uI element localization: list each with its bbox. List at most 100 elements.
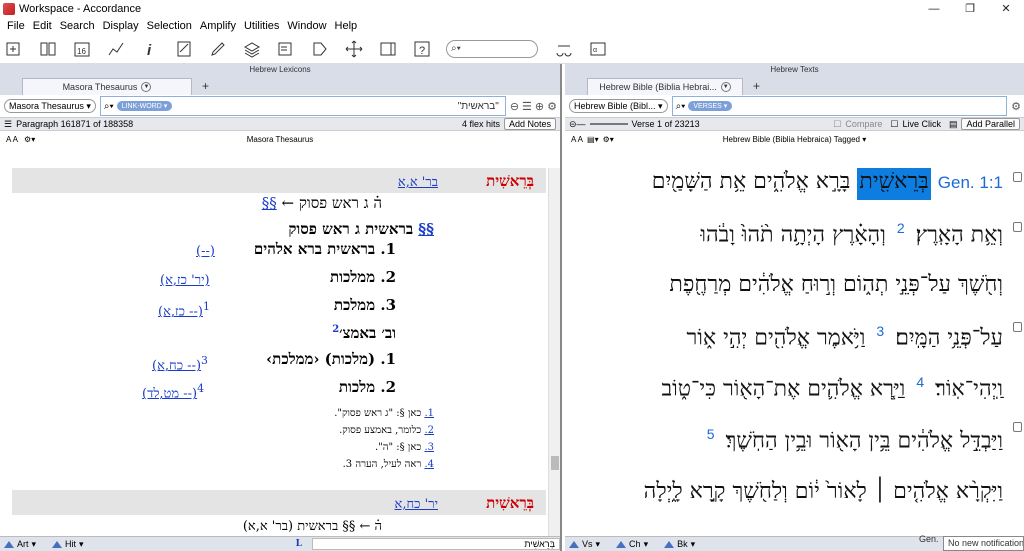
note-icon[interactable] — [1013, 422, 1022, 432]
chapter-nav[interactable]: Ch ▾ — [616, 539, 648, 550]
footnote-marker[interactable]: 1 — [203, 300, 210, 313]
item-ref-link[interactable]: (-- מט,לד) — [142, 386, 197, 401]
verse-number[interactable]: 2 — [897, 220, 905, 236]
edit-list-icon[interactable] — [276, 39, 296, 59]
chevron-down-icon[interactable]: ▼ — [141, 82, 152, 92]
layout-icon[interactable] — [378, 39, 398, 59]
footnote-marker[interactable]: 4 — [197, 382, 204, 395]
menu-amplify[interactable]: Amplify — [196, 20, 240, 32]
up-arrow-icon[interactable] — [4, 540, 14, 548]
footnote-num[interactable]: 1. — [424, 408, 434, 419]
module-select[interactable]: Hebrew Bible (Bibl... ▾ — [569, 99, 668, 113]
highlighted-word[interactable]: בְּרֵאשִׁ֖ית — [857, 168, 931, 200]
footnote-num[interactable]: 2. — [424, 425, 434, 436]
section-link-2[interactable]: §§ — [418, 220, 434, 238]
info-icon[interactable]: i — [140, 39, 160, 59]
up-arrow-icon[interactable] — [664, 540, 675, 548]
notes-pane-icon[interactable]: ▤ — [949, 119, 958, 130]
search-type-pill[interactable]: LINK-WORD ▾ — [116, 101, 173, 111]
settings-icon[interactable]: ⚙▾ — [603, 135, 614, 144]
item-ref-link[interactable]: (יר' כז,א) — [160, 273, 210, 288]
verse-number[interactable]: 5 — [707, 426, 715, 442]
search-entry[interactable]: ⌕▾ LINK-WORD ▾ "בראשית" — [99, 96, 506, 116]
slider-icon[interactable]: ⊝— — [569, 119, 586, 130]
lexicon-letter-icon[interactable]: L — [296, 539, 302, 549]
menu-search[interactable]: Search — [56, 20, 99, 32]
goto-field[interactable]: Gen. — [919, 534, 939, 544]
menu-help[interactable]: Help — [331, 20, 362, 32]
menu-edit[interactable]: Edit — [29, 20, 56, 32]
note-icon[interactable] — [1013, 222, 1022, 232]
item-ref[interactable]: (יר' כז,א) — [160, 272, 210, 288]
hit-nav[interactable]: Hit ▾ — [52, 539, 84, 550]
highlight-icon[interactable] — [208, 39, 228, 59]
gear-icon[interactable]: ⚙ — [547, 100, 557, 113]
calendar-icon[interactable]: 16 — [72, 39, 92, 59]
verse-ref[interactable]: Gen. 1:1 — [938, 173, 1003, 192]
add-notes-button[interactable]: Add Notes — [503, 118, 556, 130]
add-tab-button[interactable]: + — [753, 79, 760, 93]
live-click-checkbox[interactable]: ☐ — [890, 119, 898, 130]
add-tab-icon[interactable] — [4, 39, 24, 59]
item-ref-link[interactable]: (-- כח,א) — [152, 358, 201, 373]
verse-number[interactable]: 4 — [916, 374, 924, 390]
menu-file[interactable]: File — [3, 20, 29, 32]
footnote-num[interactable]: 3. — [424, 442, 434, 453]
close-button[interactable]: ✕ — [988, 0, 1024, 17]
section-link[interactable]: §§ — [262, 194, 277, 212]
list-icon[interactable]: ☰ — [522, 100, 532, 113]
chevron-down-icon[interactable]: ▼ — [720, 82, 731, 92]
item-ref[interactable]: 3(-- כח,א) — [152, 354, 208, 373]
search-type-pill[interactable]: VERSES ▾ — [688, 101, 733, 111]
entry-ref-link[interactable]: יר' כח,א — [395, 496, 438, 512]
up-arrow-icon[interactable] — [52, 540, 63, 548]
add-icon[interactable]: ⊕ — [535, 100, 544, 113]
binoculars-icon[interactable] — [554, 39, 574, 59]
verse-slider[interactable] — [589, 123, 628, 125]
move-icon[interactable] — [344, 39, 364, 59]
minimize-button[interactable]: — — [916, 0, 952, 17]
help-icon[interactable]: ? — [412, 39, 432, 59]
item-ref[interactable]: (--) — [196, 244, 215, 259]
verse-number[interactable]: 3 — [876, 323, 884, 339]
graph-icon[interactable] — [106, 39, 126, 59]
font-size-icon[interactable]: A A — [571, 135, 583, 144]
keyboard-icon[interactable]: α — [588, 39, 608, 59]
item-ref[interactable]: 4(-- מט,לד) — [142, 382, 204, 401]
notes-icon[interactable] — [174, 39, 194, 59]
compare-checkbox[interactable]: ☐ — [833, 119, 841, 130]
menu-utilities[interactable]: Utilities — [240, 20, 283, 32]
gear-icon[interactable]: ⚙ — [1011, 100, 1021, 113]
footnote-num[interactable]: 4. — [424, 459, 434, 470]
lookup-field[interactable]: בְּרֵאשִׁית — [312, 538, 560, 550]
tab-hebrew-bible[interactable]: Hebrew Bible (Biblia Hebrai... ▼ — [587, 78, 743, 95]
tag-icon[interactable] — [310, 39, 330, 59]
footnote-marker[interactable]: 3 — [201, 354, 208, 367]
add-parallel-button[interactable]: Add Parallel — [961, 118, 1020, 130]
add-tab-button[interactable]: + — [202, 79, 209, 93]
up-arrow-icon[interactable] — [616, 540, 627, 548]
left-scrollbar[interactable] — [548, 168, 560, 536]
font-size-icon[interactable]: A A — [6, 135, 18, 144]
item-ref-link[interactable]: (--) — [196, 244, 215, 259]
item-ref[interactable]: 1(-- כז,א) — [158, 300, 210, 319]
item-ref-link[interactable]: (-- כז,א) — [158, 304, 203, 319]
note-icon[interactable] — [1013, 172, 1022, 182]
settings-icon[interactable]: ⚙▾ — [24, 135, 35, 144]
restore-button[interactable]: ❐ — [952, 0, 988, 17]
layout-icon[interactable]: ▤▾ — [587, 135, 599, 144]
zoom-out-icon[interactable]: ⊖ — [510, 100, 519, 113]
menu-display[interactable]: Display — [99, 20, 143, 32]
library-icon[interactable] — [38, 39, 58, 59]
verse-nav[interactable]: Vs ▾ — [569, 539, 600, 550]
module-select[interactable]: Masora Thesaurus ▾ — [4, 99, 96, 113]
up-arrow-icon[interactable] — [569, 540, 579, 548]
stack-icon[interactable] — [242, 39, 262, 59]
tab-masora-thesaurus[interactable]: Masora Thesaurus ▼ — [22, 78, 192, 95]
search-entry[interactable]: ⌕▾ VERSES ▾ — [671, 96, 1008, 116]
menu-selection[interactable]: Selection — [143, 20, 196, 32]
article-nav[interactable]: Art ▾ — [4, 539, 36, 550]
book-nav[interactable]: Bk ▾ — [664, 539, 695, 550]
scroll-thumb[interactable] — [551, 456, 559, 470]
entry-ref-link[interactable]: בר' א,א — [398, 174, 438, 190]
